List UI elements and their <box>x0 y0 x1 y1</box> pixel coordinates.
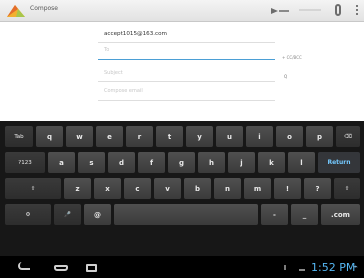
page-title: Compose <box>30 5 59 12</box>
compose-app-icon[interactable] <box>6 3 26 19</box>
shift-right-key[interactable]: ⇧ <box>334 178 360 199</box>
key-j[interactable]: j <box>228 152 255 173</box>
cc-bcc-button[interactable]: + CC/BCC <box>282 55 302 60</box>
key-i[interactable]: i <box>246 126 273 147</box>
recent-apps-icon[interactable] <box>86 264 97 272</box>
key-r[interactable]: r <box>126 126 153 147</box>
key-m[interactable]: m <box>244 178 271 199</box>
key-v[interactable]: v <box>154 178 181 199</box>
key-o[interactable]: o <box>276 126 303 147</box>
key-q[interactable]: q <box>36 126 63 147</box>
key-a[interactable]: a <box>48 152 75 173</box>
key-e[interactable]: e <box>96 126 123 147</box>
settings-key[interactable]: ⚙ <box>5 204 51 225</box>
key-underscore[interactable]: _ <box>291 204 318 225</box>
backspace-key[interactable]: ⌫ <box>336 126 360 147</box>
key-w[interactable]: w <box>66 126 93 147</box>
key-f[interactable]: f <box>138 152 165 173</box>
key-b[interactable]: b <box>184 178 211 199</box>
key-u[interactable]: u <box>216 126 243 147</box>
overflow-menu-icon[interactable] <box>356 5 359 17</box>
key-y[interactable]: y <box>186 126 213 147</box>
to-field-underline <box>98 59 275 60</box>
mic-key[interactable]: 🎤 <box>54 204 81 225</box>
to-field[interactable]: To <box>104 47 109 53</box>
compose-form: accept1015@163.com To + CC/BCC Subject Q… <box>0 22 364 121</box>
key-z[interactable]: z <box>64 178 91 199</box>
key-h[interactable]: h <box>198 152 225 173</box>
dotcom-key[interactable]: .com <box>321 204 360 225</box>
subject-field[interactable]: Subject <box>104 70 123 76</box>
key-t[interactable]: t <box>156 126 183 147</box>
body-field[interactable]: Compose email <box>104 88 143 94</box>
back-icon[interactable] <box>18 262 30 270</box>
key-hyphen[interactable]: - <box>261 204 288 225</box>
system-nav-bar: 1:52 PM ⌁ <box>0 256 364 278</box>
home-icon[interactable] <box>54 265 68 271</box>
send-icon <box>271 8 278 14</box>
key-question[interactable]: ? <box>304 178 331 199</box>
key-x[interactable]: x <box>94 178 121 199</box>
notification-icon <box>284 265 286 270</box>
key-d[interactable]: d <box>108 152 135 173</box>
body-divider <box>98 100 275 101</box>
key-s[interactable]: s <box>78 152 105 173</box>
clock: 1:52 PM <box>311 261 356 274</box>
shift-left-key[interactable]: ⇧ <box>5 178 61 199</box>
from-divider <box>98 42 275 43</box>
send-button[interactable] <box>271 5 291 17</box>
key-at[interactable]: @ <box>84 204 111 225</box>
attach-icon[interactable] <box>335 4 341 16</box>
return-key[interactable]: Return <box>318 152 360 173</box>
key-l[interactable]: l <box>288 152 315 173</box>
key-exclamation[interactable]: ! <box>274 178 301 199</box>
from-address[interactable]: accept1015@163.com <box>104 31 167 37</box>
space-key[interactable] <box>114 204 258 225</box>
key-g[interactable]: g <box>168 152 195 173</box>
tab-key[interactable]: Tab <box>5 126 33 147</box>
key-n[interactable]: n <box>214 178 241 199</box>
wifi-icon: ⌁ <box>353 262 358 271</box>
key-c[interactable]: c <box>124 178 151 199</box>
action-bar: Compose <box>0 0 364 22</box>
download-icon <box>299 264 305 271</box>
onscreen-keyboard: Tab q w e r t y u i o p ⌫ ?123 a s d f g… <box>0 121 364 256</box>
key-p[interactable]: p <box>306 126 333 147</box>
attach-button[interactable]: Q <box>284 74 287 79</box>
symbols-key[interactable]: ?123 <box>5 152 45 173</box>
send-divider <box>279 10 289 12</box>
subject-divider <box>98 81 275 82</box>
disabled-action <box>299 9 321 11</box>
key-k[interactable]: k <box>258 152 285 173</box>
